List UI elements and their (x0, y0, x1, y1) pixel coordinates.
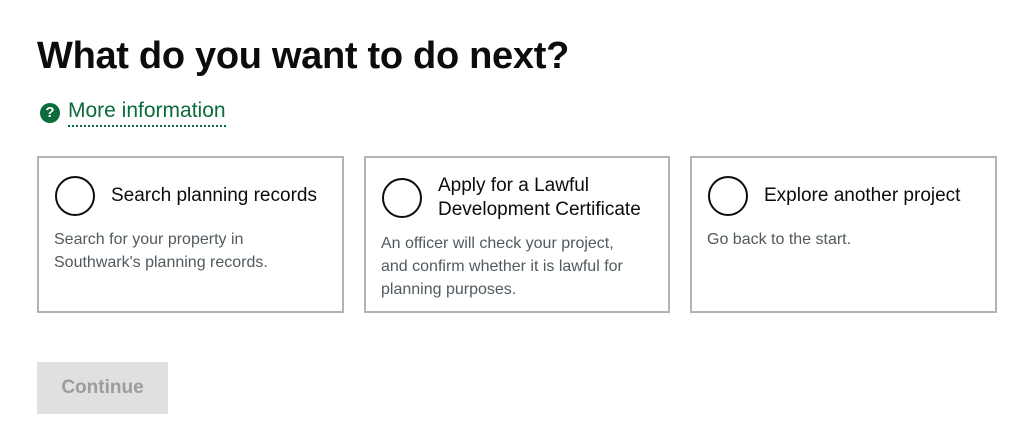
more-information-link[interactable]: More information (68, 98, 226, 127)
option-description-line: An officer will check your project, (381, 235, 614, 252)
option-description-line: and confirm whether it is lawful for (381, 258, 623, 275)
radio-button[interactable] (708, 176, 748, 216)
option-cards: Search planning records Search for your … (37, 156, 997, 317)
option-label-line: Development Certificate (438, 199, 641, 220)
radio-button[interactable] (55, 176, 95, 216)
option-description: Search for your property in Southwark's … (54, 231, 268, 271)
option-description-line: planning purposes. (381, 281, 517, 298)
more-information[interactable]: ? More information (40, 98, 226, 127)
radio-button[interactable] (382, 178, 422, 218)
option-label-line: Apply for a Lawful (438, 175, 590, 196)
option-description: An officer will check your project, and … (381, 232, 623, 301)
option-label: Search planning records (111, 185, 317, 206)
option-card-explore-another-project[interactable]: Explore another project Go back to the s… (690, 156, 997, 313)
page-title: What do you want to do next? (37, 35, 569, 77)
option-card-apply-ldc[interactable]: Apply for a Lawful Development Certifica… (364, 156, 670, 313)
continue-button[interactable]: Continue (37, 362, 168, 414)
option-description: Go back to the start. (707, 231, 852, 248)
help-icon: ? (40, 102, 60, 123)
option-label: Explore another project (764, 185, 961, 206)
option-label: Apply for a Lawful Development Certifica… (438, 174, 641, 222)
option-card-search-planning-records[interactable]: Search planning records Search for your … (37, 156, 344, 313)
